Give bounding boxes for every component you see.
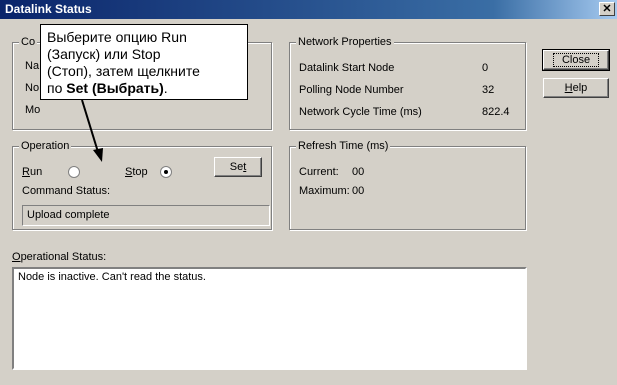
refresh-maximum-label: Maximum: bbox=[299, 185, 350, 197]
title-bar[interactable]: Datalink Status ✕ bbox=[0, 0, 617, 19]
callout-line-4-prefix: по bbox=[47, 80, 67, 96]
set-button-hotkey: t bbox=[243, 161, 247, 173]
run-option-label[interactable]: Run bbox=[22, 166, 42, 178]
run-label-text: un bbox=[29, 166, 43, 178]
network-label-polling-node: Polling Node Number bbox=[299, 84, 404, 96]
close-icon[interactable]: ✕ bbox=[599, 2, 615, 16]
connection-row-name: Na bbox=[25, 60, 40, 72]
refresh-time-legend: Refresh Time (ms) bbox=[296, 140, 391, 152]
connection-row-mode: Mo bbox=[25, 104, 41, 116]
connection-row-node: No bbox=[25, 82, 40, 94]
set-button-label: Se bbox=[229, 161, 244, 173]
close-button[interactable]: Close bbox=[542, 49, 610, 71]
help-button[interactable]: Help bbox=[543, 78, 609, 98]
refresh-current-value: 00 bbox=[352, 166, 365, 178]
operational-status-hotkey: O bbox=[12, 251, 21, 263]
callout-line-4: по Set (Выбрать). bbox=[47, 80, 241, 97]
set-button[interactable]: Set bbox=[214, 157, 262, 177]
callout-line-4-suffix: . bbox=[163, 80, 168, 96]
operational-status-textarea[interactable]: Node is inactive. Can't read the status. bbox=[12, 267, 527, 370]
refresh-current-label: Current: bbox=[299, 166, 339, 178]
instruction-callout: Выберите опцию Run (Запуск) или Stop (Ст… bbox=[40, 24, 248, 100]
network-label-cycle-time: Network Cycle Time (ms) bbox=[299, 106, 422, 118]
command-status-label: Command Status: bbox=[22, 185, 111, 197]
stop-option-label[interactable]: Stop bbox=[125, 166, 148, 178]
close-button-label: Close bbox=[552, 53, 600, 67]
network-value-polling-node: 32 bbox=[482, 84, 495, 96]
callout-line-1: Выберите опцию Run bbox=[47, 29, 187, 45]
stop-label-text: top bbox=[132, 166, 148, 178]
help-button-hotkey: H bbox=[564, 82, 573, 94]
operational-status-label-text: perational Status: bbox=[20, 251, 107, 263]
window-title: Datalink Status bbox=[5, 2, 92, 16]
network-value-start-node: 0 bbox=[482, 62, 489, 74]
network-value-cycle-time: 822.4 bbox=[482, 106, 510, 118]
refresh-maximum-value: 00 bbox=[352, 185, 365, 197]
callout-line-2: (Запуск) или Stop bbox=[47, 46, 161, 62]
run-hotkey: R bbox=[22, 166, 30, 178]
datalink-status-dialog: Datalink Status ✕ Co Na No Mo Network Pr… bbox=[0, 0, 617, 385]
network-properties-legend: Network Properties bbox=[296, 36, 394, 48]
run-radio[interactable] bbox=[68, 166, 80, 178]
network-label-start-node: Datalink Start Node bbox=[299, 62, 395, 74]
callout-line-3: (Стоп), затем щелкните bbox=[47, 63, 200, 79]
command-status-field: Upload complete bbox=[22, 205, 270, 226]
operational-status-label: Operational Status: bbox=[12, 251, 106, 263]
callout-line-4-bold: Set (Выбрать) bbox=[66, 80, 164, 96]
stop-radio[interactable] bbox=[160, 166, 172, 178]
operation-legend: Operation bbox=[19, 140, 72, 152]
help-button-label: elp bbox=[572, 82, 588, 94]
connection-legend: Co bbox=[19, 36, 38, 48]
